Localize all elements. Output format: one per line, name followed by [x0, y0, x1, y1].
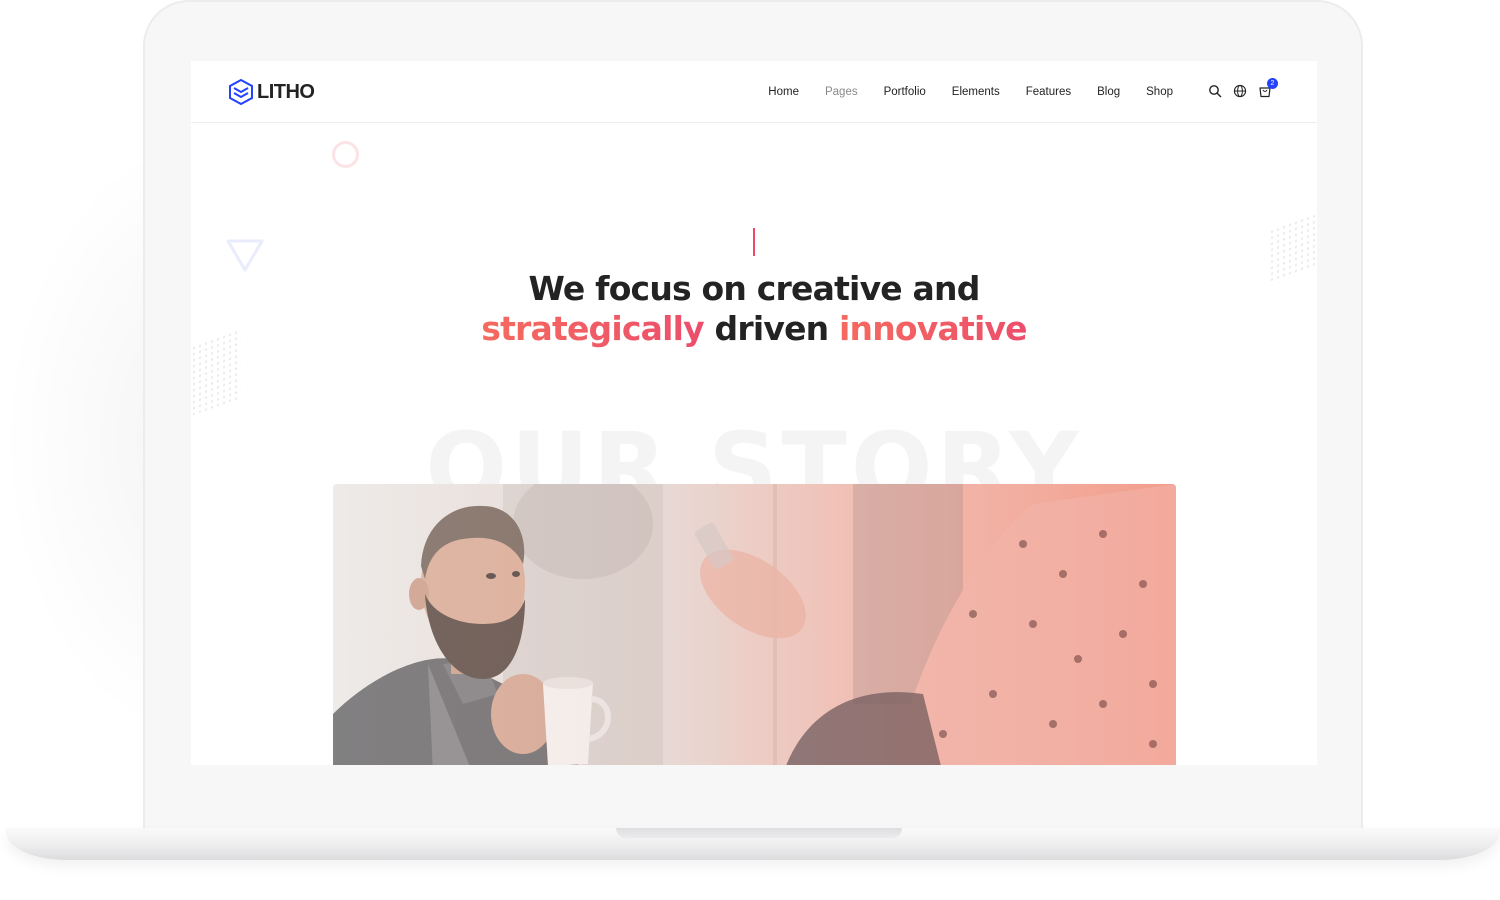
header-icons: 2 [1208, 78, 1278, 98]
search-icon[interactable] [1208, 84, 1222, 98]
globe-icon[interactable] [1233, 84, 1247, 98]
brand-name: LITHO [257, 80, 315, 103]
hero-photo [333, 484, 1176, 765]
site-header: LITHO Home Pages Portfolio Elements Feat… [191, 61, 1317, 123]
nav-elements[interactable]: Elements [952, 84, 1000, 100]
nav-features[interactable]: Features [1026, 84, 1071, 100]
hero-word-driven: driven [703, 309, 840, 348]
accent-divider [753, 228, 755, 256]
decor-circle-shape [332, 141, 359, 168]
nav-shop[interactable]: Shop [1146, 84, 1173, 100]
browser-screen: LITHO Home Pages Portfolio Elements Feat… [191, 61, 1317, 765]
cart-button[interactable]: 2 [1258, 78, 1278, 98]
hero-headline: We focus on creative and strategically d… [191, 269, 1317, 349]
laptop-base [6, 828, 1500, 860]
brand-logo[interactable]: LITHO [229, 79, 315, 105]
hero-photo-illustration [333, 484, 1176, 765]
logo-mark-icon [229, 79, 253, 105]
nav-pages[interactable]: Pages [825, 84, 858, 100]
nav-home[interactable]: Home [768, 84, 799, 100]
hero-highlight-strategically: strategically [481, 309, 704, 348]
laptop-notch [616, 828, 902, 838]
nav-blog[interactable]: Blog [1097, 84, 1120, 100]
hero-line-1: We focus on creative and [528, 269, 980, 308]
nav-portfolio[interactable]: Portfolio [884, 84, 926, 100]
cart-count-badge: 2 [1267, 78, 1278, 89]
main-nav: Home Pages Portfolio Elements Features B… [742, 84, 1173, 100]
hero-highlight-innovative: innovative [839, 309, 1028, 348]
